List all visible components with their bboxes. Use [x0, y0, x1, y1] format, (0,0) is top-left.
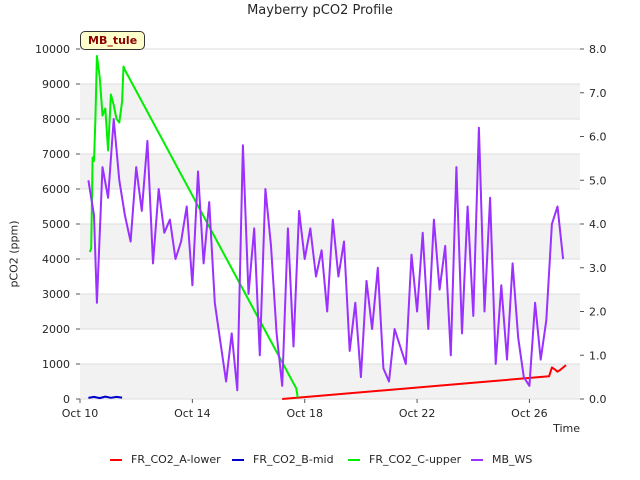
grid-band	[80, 49, 580, 84]
x-axis-label: Time	[553, 422, 580, 435]
legend-item: FR_CO2_C-upper	[348, 453, 461, 466]
chart-legend: FR_CO2_A-lower FR_CO2_B-mid FR_CO2_C-upper…	[0, 453, 640, 469]
legend-swatch	[110, 459, 122, 461]
y-tick-label: 7000	[42, 148, 70, 161]
y-tick-label: 0	[63, 393, 70, 406]
y2-tick-label: 8.0	[589, 43, 607, 56]
grid-band	[80, 364, 580, 399]
y2-tick-label: 3.0	[589, 262, 607, 275]
y-tick-label: 1000	[42, 358, 70, 371]
legend-item: FR_CO2_A-lower	[110, 453, 221, 466]
y2-tick-label: 2.0	[589, 306, 607, 319]
chart-plot: 0 1000 2000 3000 4000 5000 6000 7000 8000 9000 100…	[35, 43, 607, 420]
y-tick-label: 4000	[42, 253, 70, 266]
legend-swatch	[348, 459, 360, 461]
x-tick-label: Oct 18	[286, 407, 323, 420]
legend-swatch	[471, 459, 483, 461]
y2-tick-label: 7.0	[589, 87, 607, 100]
legend-label: FR_CO2_A-lower	[131, 453, 221, 466]
chart-figure: Mayberry pCO2 Profile 0 1000 2000 3000 4000 5…	[0, 0, 640, 480]
y2-tick-label: 1.0	[589, 349, 607, 362]
grid-band	[80, 189, 580, 224]
legend-label: MB_WS	[492, 453, 533, 466]
y-axis-label: pCO2 (ppm)	[7, 220, 21, 288]
x-tick-label: Oct 26	[511, 407, 548, 420]
grid-band	[80, 154, 580, 189]
y-tick-label: 2000	[42, 323, 70, 336]
legend-item: FR_CO2_B-mid	[232, 453, 334, 466]
legend-label: FR_CO2_B-mid	[253, 453, 334, 466]
y2-tick-label: 6.0	[589, 131, 607, 144]
y-tick-label: 9000	[42, 78, 70, 91]
y-tick-label: 3000	[42, 288, 70, 301]
legend-swatch	[232, 459, 244, 461]
y-tick-label: 10000	[35, 43, 70, 56]
site-annotation: MB_tule	[80, 31, 146, 50]
y2-tick-label: 4.0	[589, 218, 607, 231]
x-tick-label: Oct 10	[62, 407, 99, 420]
grid-band	[80, 84, 580, 119]
y-tick-label: 8000	[42, 113, 70, 126]
y2-tick-label: 5.0	[589, 174, 607, 187]
y2-tick-label: 0.0	[589, 393, 607, 406]
x-tick-label: Oct 14	[174, 407, 211, 420]
y-tick-label: 6000	[42, 183, 70, 196]
legend-item: MB_WS	[471, 453, 532, 466]
y-tick-label: 5000	[42, 218, 70, 231]
legend-label: FR_CO2_C-upper	[369, 453, 462, 466]
x-tick-label: Oct 22	[399, 407, 436, 420]
